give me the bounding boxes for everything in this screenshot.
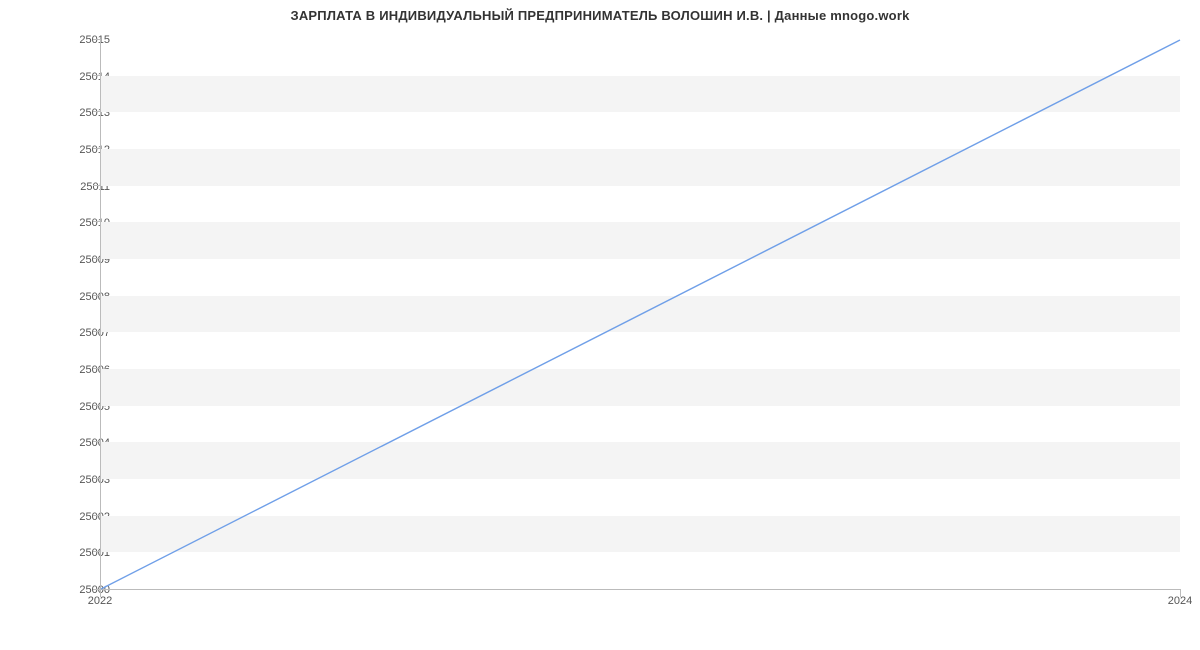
salary-line-chart: ЗАРПЛАТА В ИНДИВИДУАЛЬНЫЙ ПРЕДПРИНИМАТЕЛ…	[0, 0, 1200, 620]
x-tick	[1180, 589, 1181, 597]
y-tick-label: 25013	[30, 107, 110, 119]
y-tick	[93, 331, 101, 332]
series-line	[101, 40, 1180, 589]
y-tick-label: 25001	[30, 547, 110, 559]
y-tick	[93, 111, 101, 112]
y-tick-label: 25005	[30, 401, 110, 413]
y-tick	[93, 75, 101, 76]
y-tick-label: 25008	[30, 291, 110, 303]
y-tick-label: 25009	[30, 254, 110, 266]
y-tick-label: 25003	[30, 474, 110, 486]
y-tick	[93, 405, 101, 406]
x-tick	[100, 589, 101, 597]
y-tick	[93, 478, 101, 479]
plot-area	[100, 40, 1180, 590]
y-tick-label: 25012	[30, 144, 110, 156]
y-tick	[93, 258, 101, 259]
line-series	[101, 40, 1180, 589]
chart-title: ЗАРПЛАТА В ИНДИВИДУАЛЬНЫЙ ПРЕДПРИНИМАТЕЛ…	[0, 8, 1200, 23]
y-tick	[93, 148, 101, 149]
y-tick-label: 25002	[30, 511, 110, 523]
y-tick	[93, 295, 101, 296]
y-tick-label: 25010	[30, 217, 110, 229]
y-tick	[93, 185, 101, 186]
y-tick-label: 25007	[30, 327, 110, 339]
y-tick	[93, 221, 101, 222]
y-tick-label: 25004	[30, 437, 110, 449]
y-tick	[93, 551, 101, 552]
y-tick	[93, 515, 101, 516]
y-tick	[93, 368, 101, 369]
y-tick	[93, 441, 101, 442]
y-tick-label: 25014	[30, 71, 110, 83]
y-tick-label: 25015	[30, 34, 110, 46]
y-tick-label: 25006	[30, 364, 110, 376]
y-tick-label: 25011	[30, 181, 110, 193]
y-tick	[93, 39, 101, 40]
